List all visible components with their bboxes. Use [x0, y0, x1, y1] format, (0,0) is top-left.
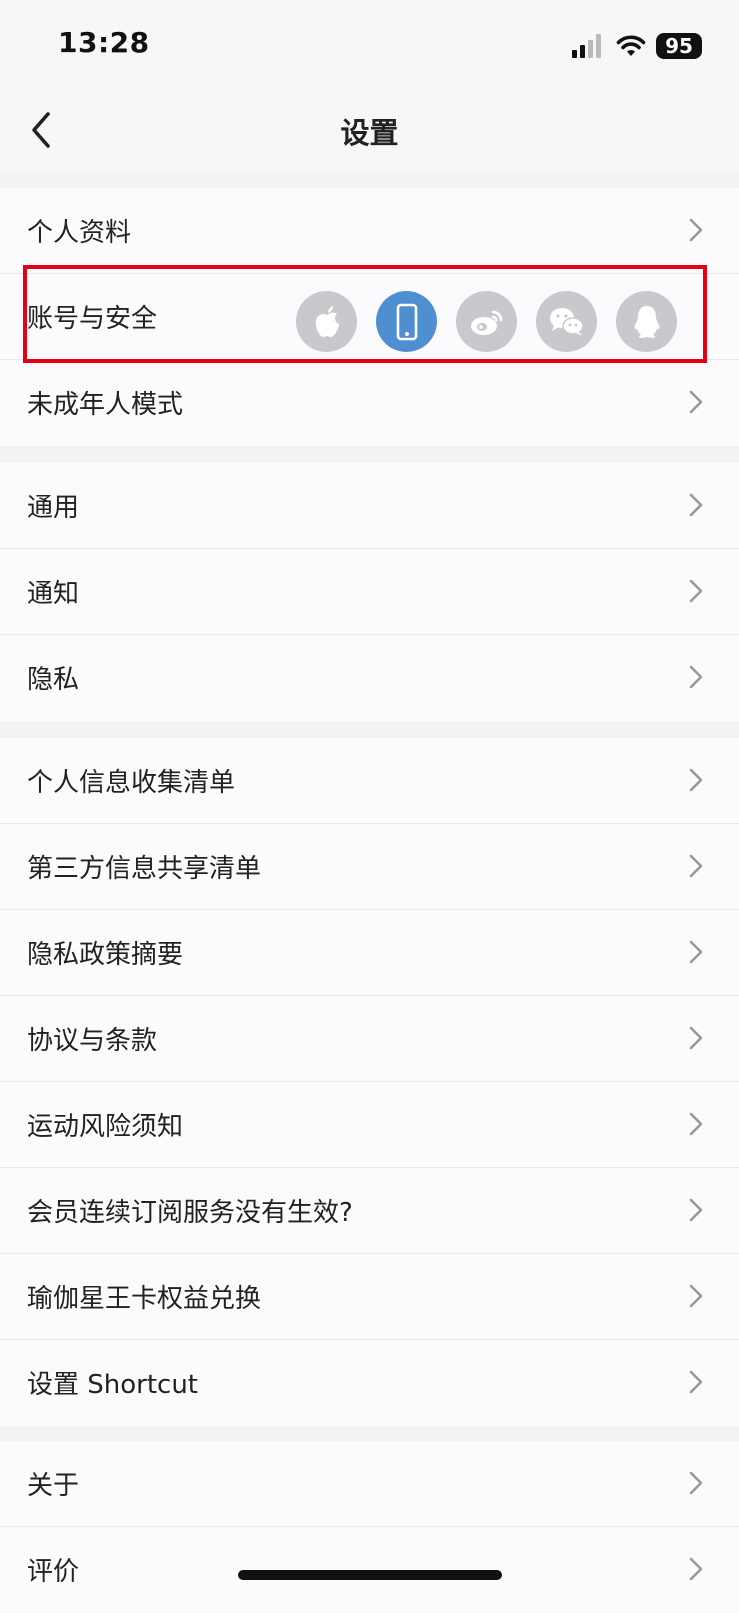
wifi-icon: [616, 35, 646, 56]
settings-row-label: 评价: [27, 1557, 80, 1587]
chevron-right-icon: [689, 1198, 703, 1222]
settings-row-label: 隐私: [27, 665, 80, 695]
settings-row-label: 关于: [27, 1471, 80, 1501]
settings-row-label: 个人信息收集清单: [27, 768, 236, 798]
settings-row-label: 通用: [27, 493, 80, 523]
settings-row-account-security[interactable]: 账号与安全: [0, 274, 739, 360]
chevron-right-icon: [689, 1557, 703, 1581]
settings-row-shortcut[interactable]: 设置 Shortcut: [0, 1340, 739, 1426]
home-indicator[interactable]: [238, 1570, 502, 1580]
settings-row-label: 隐私政策摘要: [27, 940, 184, 970]
settings-row-label: 个人资料: [27, 218, 132, 248]
settings-row-label: 未成年人模式: [27, 390, 184, 420]
navigation-bar: 设置: [0, 88, 739, 172]
status-time: 13:28: [58, 26, 150, 59]
settings-row-third-party-sharing[interactable]: 第三方信息共享清单: [0, 824, 739, 910]
settings-row-general[interactable]: 通用: [0, 463, 739, 549]
qq-icon: [616, 291, 677, 352]
page-title: 设置: [340, 116, 399, 150]
chevron-right-icon: [689, 493, 703, 517]
battery-indicator: 95: [656, 33, 702, 59]
settings-row-label: 账号与安全: [27, 304, 158, 334]
chevron-right-icon: [689, 854, 703, 878]
settings-section-general: 通用 通知 隐私: [0, 463, 739, 721]
linked-account-icons: [296, 291, 677, 352]
settings-section-about: 关于 评价: [0, 1441, 739, 1613]
wechat-icon: [536, 291, 597, 352]
status-bar: 13:28 95: [0, 0, 739, 88]
settings-section-legal: 个人信息收集清单 第三方信息共享清单 隐私政策摘要 协议与条款 运动风险须知 会…: [0, 738, 739, 1426]
settings-row-minor-mode[interactable]: 未成年人模式: [0, 360, 739, 446]
chevron-right-icon: [689, 1471, 703, 1495]
chevron-right-icon: [689, 579, 703, 603]
settings-row-label: 第三方信息共享清单: [27, 854, 262, 884]
settings-row-personal-info-list[interactable]: 个人信息收集清单: [0, 738, 739, 824]
chevron-right-icon: [689, 1026, 703, 1050]
settings-row-card-redeem[interactable]: 瑜伽星王卡权益兑换: [0, 1254, 739, 1340]
settings-row-terms[interactable]: 协议与条款: [0, 996, 739, 1082]
settings-row-about[interactable]: 关于: [0, 1441, 739, 1527]
chevron-right-icon: [689, 1112, 703, 1136]
weibo-icon: [456, 291, 517, 352]
settings-row-privacy-summary[interactable]: 隐私政策摘要: [0, 910, 739, 996]
settings-row-subscription-issue[interactable]: 会员连续订阅服务没有生效?: [0, 1168, 739, 1254]
settings-row-profile[interactable]: 个人资料: [0, 188, 739, 274]
settings-section-account: 个人资料 账号与安全 未成年人模式: [0, 188, 739, 446]
settings-row-exercise-risk[interactable]: 运动风险须知: [0, 1082, 739, 1168]
chevron-right-icon: [689, 768, 703, 792]
phone-icon: [376, 291, 437, 352]
chevron-right-icon: [689, 1284, 703, 1308]
settings-row-notifications[interactable]: 通知: [0, 549, 739, 635]
cellular-signal-icon: [572, 34, 601, 58]
settings-row-label: 运动风险须知: [27, 1112, 184, 1142]
chevron-right-icon: [689, 665, 703, 689]
settings-row-label: 通知: [27, 579, 80, 609]
settings-row-label: 协议与条款: [27, 1026, 158, 1056]
apple-icon: [296, 291, 357, 352]
chevron-right-icon: [689, 940, 703, 964]
settings-row-privacy[interactable]: 隐私: [0, 635, 739, 721]
settings-row-label: 会员连续订阅服务没有生效?: [27, 1198, 353, 1228]
settings-row-label: 瑜伽星王卡权益兑换: [27, 1284, 262, 1314]
settings-row-label: 设置 Shortcut: [27, 1370, 199, 1400]
chevron-right-icon: [689, 1370, 703, 1394]
chevron-right-icon: [689, 390, 703, 414]
chevron-right-icon: [689, 218, 703, 242]
